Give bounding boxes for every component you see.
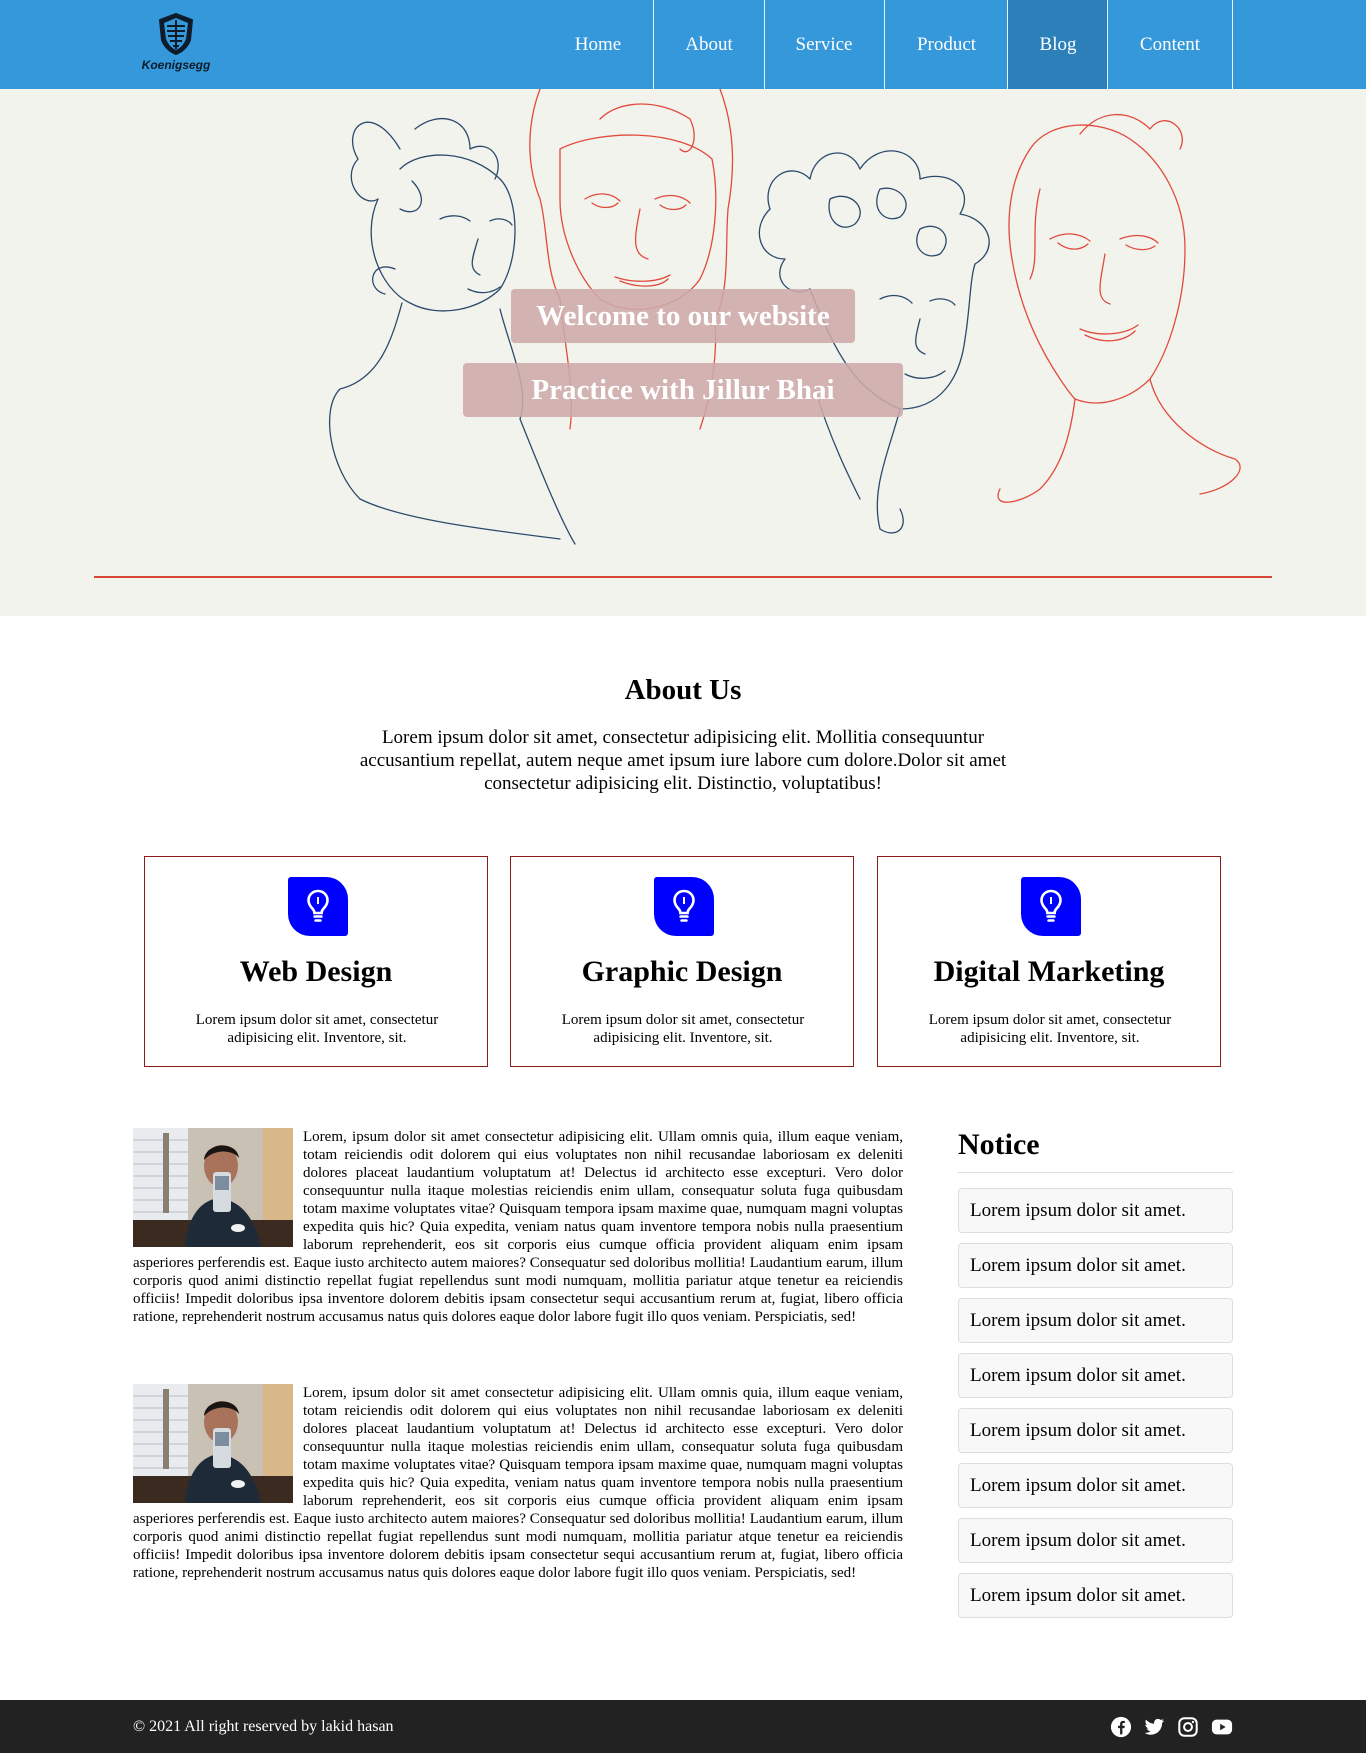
lightbulb-icon [654,877,714,936]
service-title: Web Design [239,955,393,988]
nav-divider [1007,0,1008,89]
notice-item[interactable]: Lorem ipsum dolor sit amet. [958,1573,1233,1618]
nav-product[interactable]: Product [885,0,1008,89]
service-card: Digital Marketing Lorem ipsum dolor sit a… [877,856,1221,1067]
blog-article: Lorem, ipsum dolor sit amet consectetur … [133,1128,903,1326]
blog-article: Lorem, ipsum dolor sit amet consectetur … [133,1384,903,1582]
about-title: About Us [624,674,742,706]
service-title: Digital Marketing [933,955,1165,988]
notice-item[interactable]: Lorem ipsum dolor sit amet. [958,1463,1233,1508]
author-photo [133,1384,293,1503]
site-header: Koenigsegg Home About Service Product Blog Co… [0,0,1366,89]
author-photo [133,1128,293,1247]
twitter-icon[interactable] [1143,1716,1165,1738]
nav-service[interactable]: Service [764,0,884,89]
line-art-faces-illustration [328,89,1241,545]
youtube-icon[interactable] [1210,1716,1234,1738]
hero-title: Welcome to our website [511,289,855,343]
koenigsegg-shield-icon [158,12,194,56]
notice-item[interactable]: Lorem ipsum dolor sit amet. [958,1408,1233,1453]
notice-item[interactable]: Lorem ipsum dolor sit amet. [958,1243,1233,1288]
notice-item[interactable]: Lorem ipsum dolor sit amet. [958,1298,1233,1343]
notice-item[interactable]: Lorem ipsum dolor sit amet. [958,1518,1233,1563]
service-text: Lorem ipsum dolor sit amet, consectetur … [928,1012,1172,1046]
service-text: Lorem ipsum dolor sit amet, consectetur … [561,1012,805,1046]
hero-divider [94,576,1272,578]
nav-divider [884,0,885,89]
service-card: Graphic Design Lorem ipsum dolor sit amet… [510,856,854,1067]
copyright-text: © 2021 All right reserved by lakid hasan [133,1718,394,1735]
hero-subtitle: Practice with Jillur Bhai [463,363,903,417]
brand-logo[interactable]: Koenigsegg [134,12,218,74]
notice-title: Notice [958,1128,1040,1161]
notice-item[interactable]: Lorem ipsum dolor sit amet. [958,1353,1233,1398]
nav-divider [1107,0,1108,89]
service-card: Web Design Lorem ipsum dolor sit amet, co… [144,856,488,1067]
service-title: Graphic Design [581,955,783,988]
hero-section: Welcome to our website Practice with Jil… [0,89,1366,616]
nav-blog[interactable]: Blog [1008,0,1108,89]
lightbulb-icon [1021,877,1081,936]
service-text: Lorem ipsum dolor sit amet, consectetur … [195,1012,439,1046]
brand-name: Koenigsegg [141,58,211,72]
nav-divider [653,0,654,89]
nav-content[interactable]: Content [1108,0,1232,89]
notice-item[interactable]: Lorem ipsum dolor sit amet. [958,1188,1233,1233]
site-footer: © 2021 All right reserved by lakid hasan [0,1700,1366,1753]
nav-home[interactable]: Home [544,0,652,89]
notice-divider [958,1172,1233,1173]
instagram-icon[interactable] [1177,1716,1199,1738]
lightbulb-icon [288,877,348,936]
facebook-icon[interactable] [1110,1716,1132,1738]
nav-about[interactable]: About [654,0,764,89]
nav-divider [764,0,765,89]
about-text: Lorem ipsum dolor sit amet, consectetur … [359,727,1007,794]
nav-divider [1232,0,1233,89]
